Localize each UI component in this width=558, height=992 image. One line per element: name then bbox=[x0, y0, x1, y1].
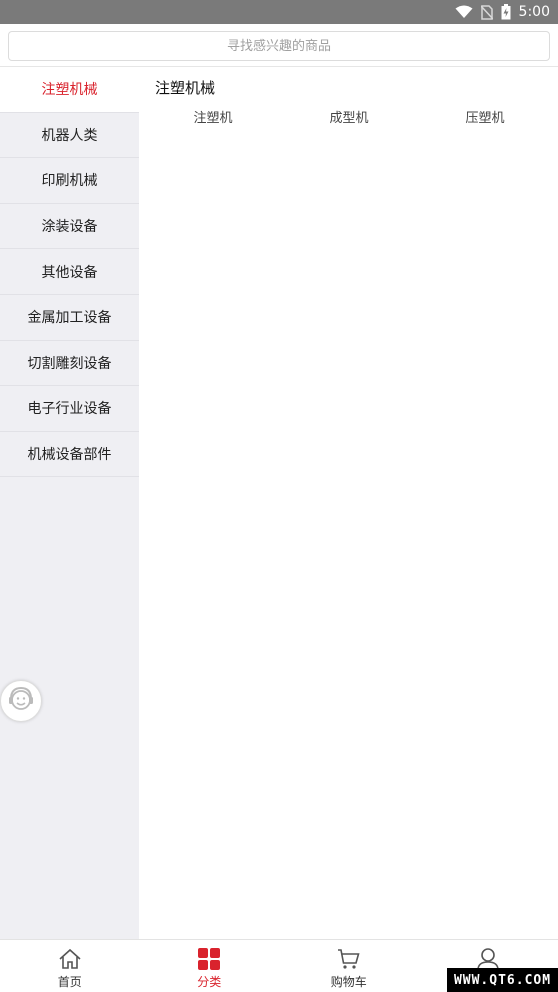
search-bar[interactable] bbox=[8, 31, 550, 61]
battery-icon bbox=[501, 4, 511, 20]
home-icon bbox=[58, 947, 82, 971]
sidebar-item-coating-equipment[interactable]: 涂装设备 bbox=[0, 204, 139, 250]
sidebar-item-other-equipment[interactable]: 其他设备 bbox=[0, 249, 139, 295]
search-input[interactable] bbox=[9, 32, 549, 60]
content-title: 注塑机械 bbox=[155, 79, 216, 97]
customer-service-icon bbox=[6, 684, 36, 718]
sidebar-item-printing-machinery[interactable]: 印刷机械 bbox=[0, 158, 139, 204]
tab-label: 购物车 bbox=[330, 975, 367, 989]
tab-category[interactable]: 分类 bbox=[140, 940, 280, 992]
tab-label: 分类 bbox=[197, 975, 222, 989]
sidebar-item-cutting-engraving[interactable]: 切割雕刻设备 bbox=[0, 341, 139, 387]
wifi-icon bbox=[455, 5, 473, 19]
category-content: 注塑机械 注塑机 成型机 压塑机 bbox=[139, 67, 558, 939]
cart-icon bbox=[337, 947, 361, 971]
sidebar-item-robots[interactable]: 机器人类 bbox=[0, 113, 139, 159]
status-icons: 5:00 bbox=[455, 0, 550, 24]
category-sidebar: 注塑机械 机器人类 印刷机械 涂装设备 其他设备 金属加工设备 切割雕刻设备 电… bbox=[0, 67, 139, 939]
tab-label: 首页 bbox=[57, 975, 82, 989]
no-sim-icon bbox=[480, 4, 493, 20]
subcategory-item[interactable]: 成型机 bbox=[281, 109, 417, 129]
watermark: WWW.QT6.COM bbox=[447, 968, 558, 992]
tab-home[interactable]: 首页 bbox=[0, 940, 140, 992]
subcategory-row: 注塑机 成型机 压塑机 bbox=[145, 109, 553, 129]
sidebar-item-metal-processing[interactable]: 金属加工设备 bbox=[0, 295, 139, 341]
status-bar: 5:00 bbox=[0, 0, 558, 24]
category-grid-icon bbox=[197, 947, 221, 971]
sidebar-item-injection-machinery[interactable]: 注塑机械 bbox=[0, 67, 139, 113]
subcategory-item[interactable]: 注塑机 bbox=[145, 109, 281, 129]
tab-cart[interactable]: 购物车 bbox=[279, 940, 419, 992]
sidebar-item-electronics-equipment[interactable]: 电子行业设备 bbox=[0, 386, 139, 432]
customer-service-button[interactable] bbox=[0, 680, 42, 722]
status-time: 5:00 bbox=[518, 4, 550, 20]
subcategory-item[interactable]: 压塑机 bbox=[417, 109, 553, 129]
sidebar-item-machinery-parts[interactable]: 机械设备部件 bbox=[0, 432, 139, 478]
